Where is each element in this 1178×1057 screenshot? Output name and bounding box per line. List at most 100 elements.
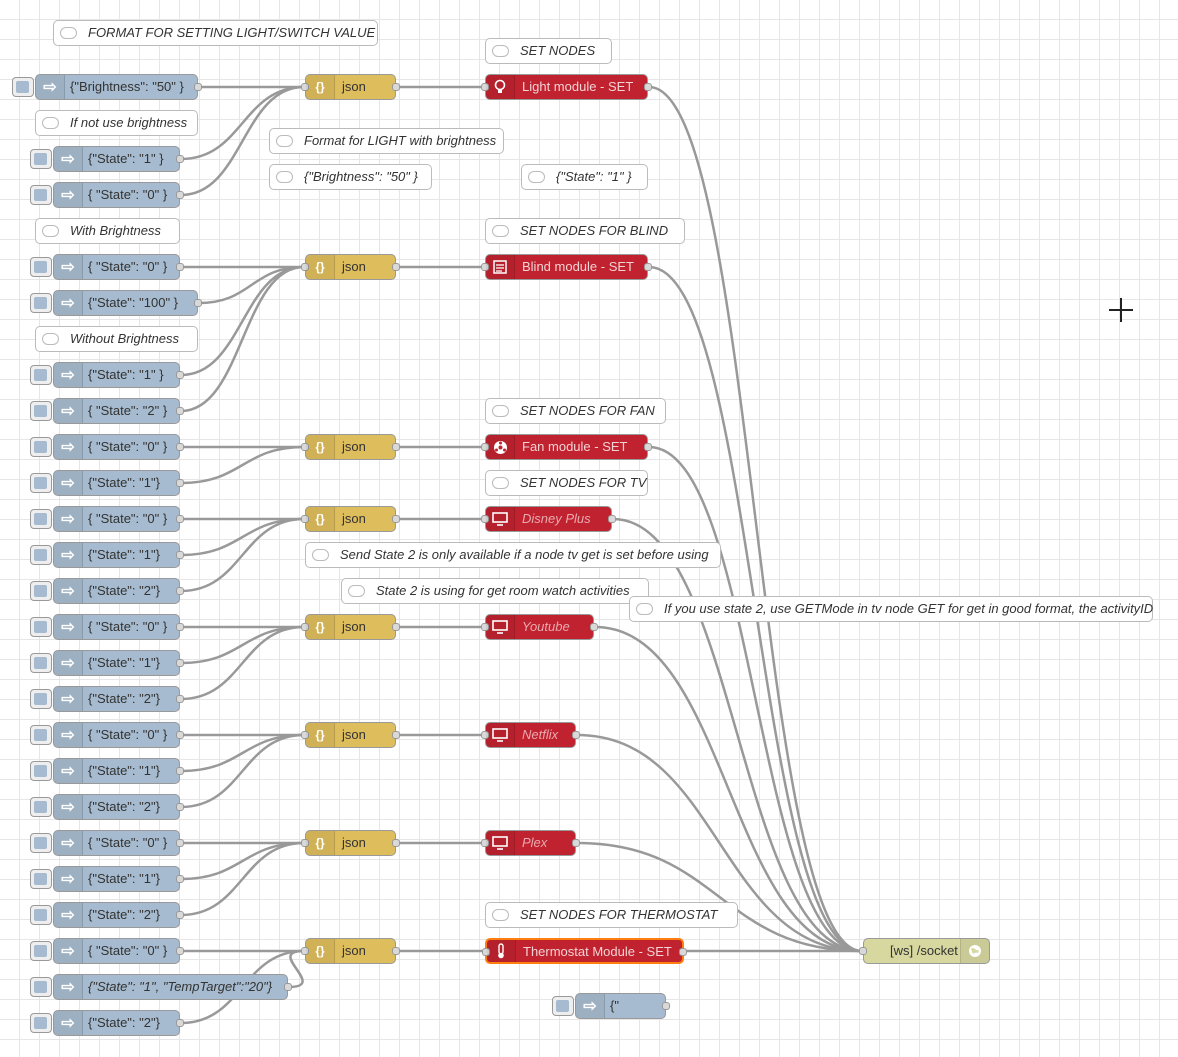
output-port[interactable]	[392, 623, 400, 631]
inject-trigger-button[interactable]	[30, 617, 52, 637]
output-port[interactable]	[194, 83, 202, 91]
comment-if-not-brightness[interactable]: If not use brightness	[35, 110, 198, 136]
inject-node-plex-state0[interactable]: ⇨{ "State": "0" }	[30, 830, 184, 856]
inject-node-thermostat-state2[interactable]: ⇨ {"State": "2"}	[30, 1010, 184, 1036]
inject-node-blind-state100[interactable]: ⇨ {"State": "100" }	[30, 290, 202, 316]
wire-link[interactable]	[180, 517, 305, 557]
inject-trigger-button[interactable]	[30, 581, 52, 601]
comment-without-brightness[interactable]: Without Brightness	[35, 326, 198, 352]
inject-trigger-button[interactable]	[552, 996, 574, 1016]
output-port[interactable]	[194, 299, 202, 307]
inject-node-light-state1[interactable]: ⇨ {"State": "1" }	[30, 146, 184, 172]
inject-node-plex-state1[interactable]: ⇨ {"State": "1"}	[30, 866, 184, 892]
output-port[interactable]	[392, 83, 400, 91]
inject-node-youtube-state2[interactable]: ⇨ {"State": "2"}	[30, 686, 184, 712]
inject-trigger-button[interactable]	[30, 653, 52, 673]
output-port[interactable]	[176, 839, 184, 847]
inject-node-light-state0[interactable]: ⇨{ "State": "0" }	[30, 182, 184, 208]
inject-trigger-button[interactable]	[30, 905, 52, 925]
output-port[interactable]	[392, 839, 400, 847]
inject-trigger-button[interactable]	[30, 869, 52, 889]
output-port[interactable]	[176, 875, 184, 883]
json-node-plex[interactable]: {} json	[301, 830, 400, 856]
wire-link[interactable]	[198, 265, 305, 305]
inject-trigger-button[interactable]	[12, 77, 34, 97]
blind-module-set-node[interactable]: Blind module - SET	[481, 254, 652, 280]
inject-node-netflix-state2[interactable]: ⇨ {"State": "2"}	[30, 794, 184, 820]
wire-link[interactable]	[180, 625, 305, 665]
json-node-youtube[interactable]: {} json	[301, 614, 400, 640]
inject-trigger-button[interactable]	[30, 941, 52, 961]
netflix-node[interactable]: Netflix	[481, 722, 580, 748]
output-port[interactable]	[284, 983, 292, 991]
inject-trigger-button[interactable]	[30, 833, 52, 853]
wire-link[interactable]	[576, 841, 863, 953]
inject-node-netflix-state1[interactable]: ⇨ {"State": "1"}	[30, 758, 184, 784]
comment-getmode[interactable]: If you use state 2, use GETMode in tv no…	[629, 596, 1153, 622]
output-port[interactable]	[644, 443, 652, 451]
wire-link[interactable]	[612, 517, 863, 953]
inject-trigger-button[interactable]	[30, 293, 52, 313]
inject-trigger-button[interactable]	[30, 761, 52, 781]
wire-link[interactable]	[648, 85, 863, 953]
comment-set-nodes-blind[interactable]: SET NODES FOR BLIND	[485, 218, 685, 244]
inject-node-thermostat-state0[interactable]: ⇨{ "State": "0" }	[30, 938, 184, 964]
inject-node-fan-state1[interactable]: ⇨ {"State": "1"}	[30, 470, 184, 496]
output-port[interactable]	[392, 731, 400, 739]
wire-link[interactable]	[180, 733, 305, 809]
inject-node-blind-state2[interactable]: ⇨{ "State": "2" }	[30, 398, 184, 424]
comment-state-example[interactable]: {"State": "1" }	[521, 164, 648, 190]
output-port[interactable]	[176, 1019, 184, 1027]
inject-node-youtube-state0[interactable]: ⇨{ "State": "0" }	[30, 614, 184, 640]
inject-node-unconnected[interactable]: ⇨ {"	[552, 993, 670, 1019]
wire-link[interactable]	[180, 841, 305, 917]
inject-trigger-button[interactable]	[30, 437, 52, 457]
comment-set-nodes[interactable]: SET NODES	[485, 38, 612, 64]
inject-trigger-button[interactable]	[30, 545, 52, 565]
inject-trigger-button[interactable]	[30, 725, 52, 745]
inject-trigger-button[interactable]	[30, 401, 52, 421]
inject-node-youtube-state1[interactable]: ⇨ {"State": "1"}	[30, 650, 184, 676]
inject-trigger-button[interactable]	[30, 185, 52, 205]
comment-brightness-example[interactable]: {"Brightness": "50" }	[269, 164, 432, 190]
comment-with-brightness[interactable]: With Brightness	[35, 218, 180, 244]
comment-state2-room-watch[interactable]: State 2 is using for get room watch acti…	[341, 578, 649, 604]
inject-trigger-button[interactable]	[30, 797, 52, 817]
comment-set-nodes-thermostat[interactable]: SET NODES FOR THERMOSTAT	[485, 902, 738, 928]
websocket-out-node[interactable]: [ws] /socket	[859, 938, 990, 964]
json-node-netflix[interactable]: {} json	[301, 722, 400, 748]
json-node-thermostat[interactable]: {} json	[301, 938, 400, 964]
input-port[interactable]	[859, 947, 867, 955]
json-node-light[interactable]: {} json	[301, 74, 400, 100]
inject-node-disney-state2[interactable]: ⇨ {"State": "2"}	[30, 578, 184, 604]
output-port[interactable]	[176, 191, 184, 199]
json-node-blind[interactable]: {} json	[301, 254, 400, 280]
inject-trigger-button[interactable]	[30, 365, 52, 385]
comment-set-nodes-tv[interactable]: SET NODES FOR TV	[485, 470, 648, 496]
comment-format-light-brightness[interactable]: Format for LIGHT with brightness	[269, 128, 504, 154]
output-port[interactable]	[644, 83, 652, 91]
plex-node[interactable]: Plex	[481, 830, 580, 856]
output-port[interactable]	[572, 731, 580, 739]
wire-link[interactable]	[180, 445, 305, 485]
output-port[interactable]	[644, 263, 652, 271]
output-port[interactable]	[176, 515, 184, 523]
inject-node-disney-state1[interactable]: ⇨ {"State": "1"}	[30, 542, 184, 568]
inject-node-netflix-state0[interactable]: ⇨{ "State": "0" }	[30, 722, 184, 748]
output-port[interactable]	[176, 479, 184, 487]
inject-node-fan-state0[interactable]: ⇨{ "State": "0" }	[30, 434, 184, 460]
wire-link[interactable]	[180, 517, 305, 593]
output-port[interactable]	[608, 515, 616, 523]
comment-format-light-switch[interactable]: FORMAT FOR SETTING LIGHT/SWITCH VALUE	[53, 20, 378, 46]
inject-trigger-button[interactable]	[30, 1013, 52, 1033]
wire-link[interactable]	[180, 265, 305, 413]
output-port[interactable]	[392, 515, 400, 523]
inject-node-disney-state0[interactable]: ⇨{ "State": "0" }	[30, 506, 184, 532]
output-port[interactable]	[590, 623, 598, 631]
inject-node-brightness[interactable]: ⇨ {"Brightness": "50" }	[12, 74, 202, 100]
inject-node-blind-state1[interactable]: ⇨ {"State": "1" }	[30, 362, 184, 388]
output-port[interactable]	[176, 155, 184, 163]
output-port[interactable]	[176, 371, 184, 379]
output-port[interactable]	[176, 767, 184, 775]
inject-trigger-button[interactable]	[30, 977, 52, 997]
